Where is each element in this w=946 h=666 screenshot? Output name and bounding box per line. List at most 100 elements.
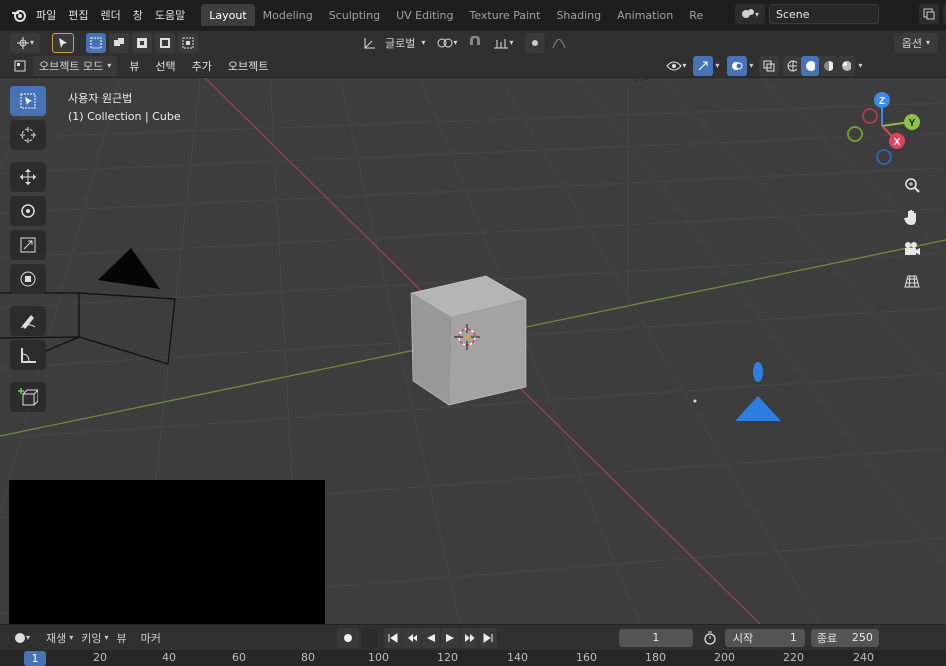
timeline-header: ▾ 재생 ▾ 키잉 ▾ 뷰 마커 1 시작 1 종료 250 (0, 624, 946, 650)
menu-playback[interactable]: 재생 (46, 630, 66, 646)
falloff-icon[interactable] (548, 33, 570, 53)
jump-keyframe-forward-icon[interactable] (459, 627, 478, 648)
annotate-icon[interactable] (10, 306, 46, 336)
editor-type-icon[interactable] (10, 56, 30, 76)
select-box-intersect-icon[interactable] (178, 32, 198, 53)
jump-start-icon[interactable] (383, 627, 402, 648)
scene-type-icon[interactable]: ▾ (735, 4, 765, 24)
menu-add[interactable]: 추가 (186, 58, 218, 74)
tab-rendering[interactable]: Re (681, 4, 711, 26)
ruler-tick: 60 (232, 651, 246, 664)
auto-keying-icon[interactable] (336, 627, 359, 648)
select-box-extend-icon[interactable] (109, 32, 129, 53)
stopwatch-icon[interactable] (699, 628, 721, 648)
chevron-down-icon[interactable]: ▾ (858, 61, 862, 70)
ruler-tick: 20 (93, 651, 107, 664)
menu-timeline-view[interactable]: 뷰 (117, 630, 127, 646)
visibility-icon[interactable]: ▾ (662, 56, 690, 76)
blender-logo-icon[interactable] (8, 4, 30, 26)
proportional-edit-icon[interactable] (525, 32, 546, 53)
snap-icon[interactable] (464, 33, 486, 53)
end-frame-field[interactable]: 종료 250 (810, 628, 879, 647)
menu-file[interactable]: 파일 (30, 7, 62, 23)
menu-select[interactable]: 선택 (149, 58, 181, 74)
keying-set-field[interactable] (361, 627, 378, 648)
tab-animation[interactable]: Animation (609, 4, 681, 26)
tab-shading[interactable]: Shading (548, 4, 609, 26)
zoom-icon[interactable] (898, 172, 926, 198)
mode-dropdown[interactable]: 오브젝트 모드 ▾ (33, 55, 118, 76)
snap-target-icon[interactable]: ▾ (489, 33, 517, 53)
cube-object (410, 275, 527, 406)
copy-scene-icon[interactable] (919, 4, 939, 24)
rotate-icon[interactable] (10, 196, 46, 226)
menu-window[interactable]: 창 (127, 7, 149, 23)
scale-icon[interactable] (10, 230, 46, 260)
end-value: 250 (851, 631, 873, 644)
menu-edit[interactable]: 편집 (62, 7, 94, 23)
tab-modeling[interactable]: Modeling (255, 4, 321, 26)
ruler-tick: 80 (301, 651, 315, 664)
move-icon[interactable] (10, 162, 46, 192)
start-label: 시작 (732, 631, 754, 645)
menu-view[interactable]: 뷰 (123, 58, 145, 74)
play-icon[interactable] (440, 627, 459, 648)
tab-layout[interactable]: Layout (201, 4, 255, 26)
timeline-editor-icon[interactable]: ▾ (10, 628, 34, 648)
ortho-grid-icon[interactable] (898, 268, 926, 294)
start-frame-field[interactable]: 시작 1 (724, 628, 805, 647)
select-box-invert-icon[interactable] (155, 32, 175, 53)
shading-material-icon[interactable] (819, 55, 838, 76)
select-box-subtract-icon[interactable] (132, 32, 152, 53)
menu-help[interactable]: 도움말 (149, 7, 191, 23)
measure-icon[interactable] (10, 340, 46, 370)
gizmo-toggle-icon[interactable] (693, 55, 714, 76)
cursor-icon[interactable] (10, 120, 46, 150)
timeline-ruler[interactable]: 1 20 40 60 80 100 120 140 160 180 200 22… (0, 650, 946, 666)
current-frame-marker[interactable]: 1 (24, 651, 46, 666)
menu-keying[interactable]: 키잉 (81, 630, 101, 646)
overlays-toggle-icon[interactable] (727, 55, 748, 76)
menu-render[interactable]: 렌더 (95, 7, 127, 23)
tab-texture-paint[interactable]: Texture Paint (461, 4, 548, 26)
select-box-new-icon[interactable] (86, 32, 106, 53)
viewport-info: 사용자 원근법 (1) Collection | Cube (68, 90, 181, 126)
xray-toggle-icon[interactable] (759, 55, 780, 76)
shading-solid-icon[interactable] (801, 55, 820, 76)
tab-uv-editing[interactable]: UV Editing (388, 4, 461, 26)
navigation-gizmo[interactable]: Z Y X (840, 90, 924, 166)
ruler-tick: 220 (783, 651, 804, 664)
camera-view-icon[interactable] (898, 236, 926, 262)
chevron-down-icon[interactable]: ▾ (715, 61, 719, 70)
end-label: 종료 (816, 631, 838, 645)
menu-marker[interactable]: 마커 (141, 630, 161, 646)
shading-wireframe-icon[interactable] (783, 55, 802, 76)
jump-end-icon[interactable] (478, 627, 497, 648)
orientation-icon[interactable] (358, 33, 380, 53)
mode-label: 오브젝트 모드 (39, 59, 104, 73)
menu-object[interactable]: 오브젝트 (222, 58, 274, 74)
start-value: 1 (789, 631, 797, 644)
scene-name-field[interactable]: Scene (769, 4, 879, 24)
chevron-down-icon: ▾ (107, 61, 112, 70)
shading-rendered-icon[interactable] (837, 55, 856, 76)
hand-pan-icon[interactable] (898, 204, 926, 230)
transform-orientation-dropdown[interactable]: 글로벌 ▾ (383, 33, 427, 53)
pivot-point-icon[interactable]: ▾ (433, 33, 461, 53)
select-box-icon[interactable] (10, 86, 46, 116)
select-tool-icon[interactable] (52, 32, 74, 53)
jump-keyframe-back-icon[interactable] (402, 627, 421, 648)
chevron-down-icon[interactable]: ▾ (749, 61, 753, 70)
tool-header: ▾ 글로벌 ▾ ▾ ▾ 옵션 ▾ (0, 30, 946, 54)
transform-icon[interactable] (10, 264, 46, 294)
svg-text:Z: Z (879, 96, 885, 107)
black-overlay-panel (9, 480, 325, 635)
current-frame-field[interactable]: 1 (618, 628, 693, 647)
transform-pivot-icon[interactable]: ▾ (10, 32, 40, 53)
add-cube-icon[interactable] (10, 382, 46, 412)
tab-sculpting[interactable]: Sculpting (321, 4, 388, 26)
options-dropdown[interactable]: 옵션 ▾ (893, 32, 938, 53)
play-reverse-icon[interactable] (421, 627, 440, 648)
blue-marker-dot (753, 362, 763, 382)
ruler-tick: 120 (437, 651, 458, 664)
